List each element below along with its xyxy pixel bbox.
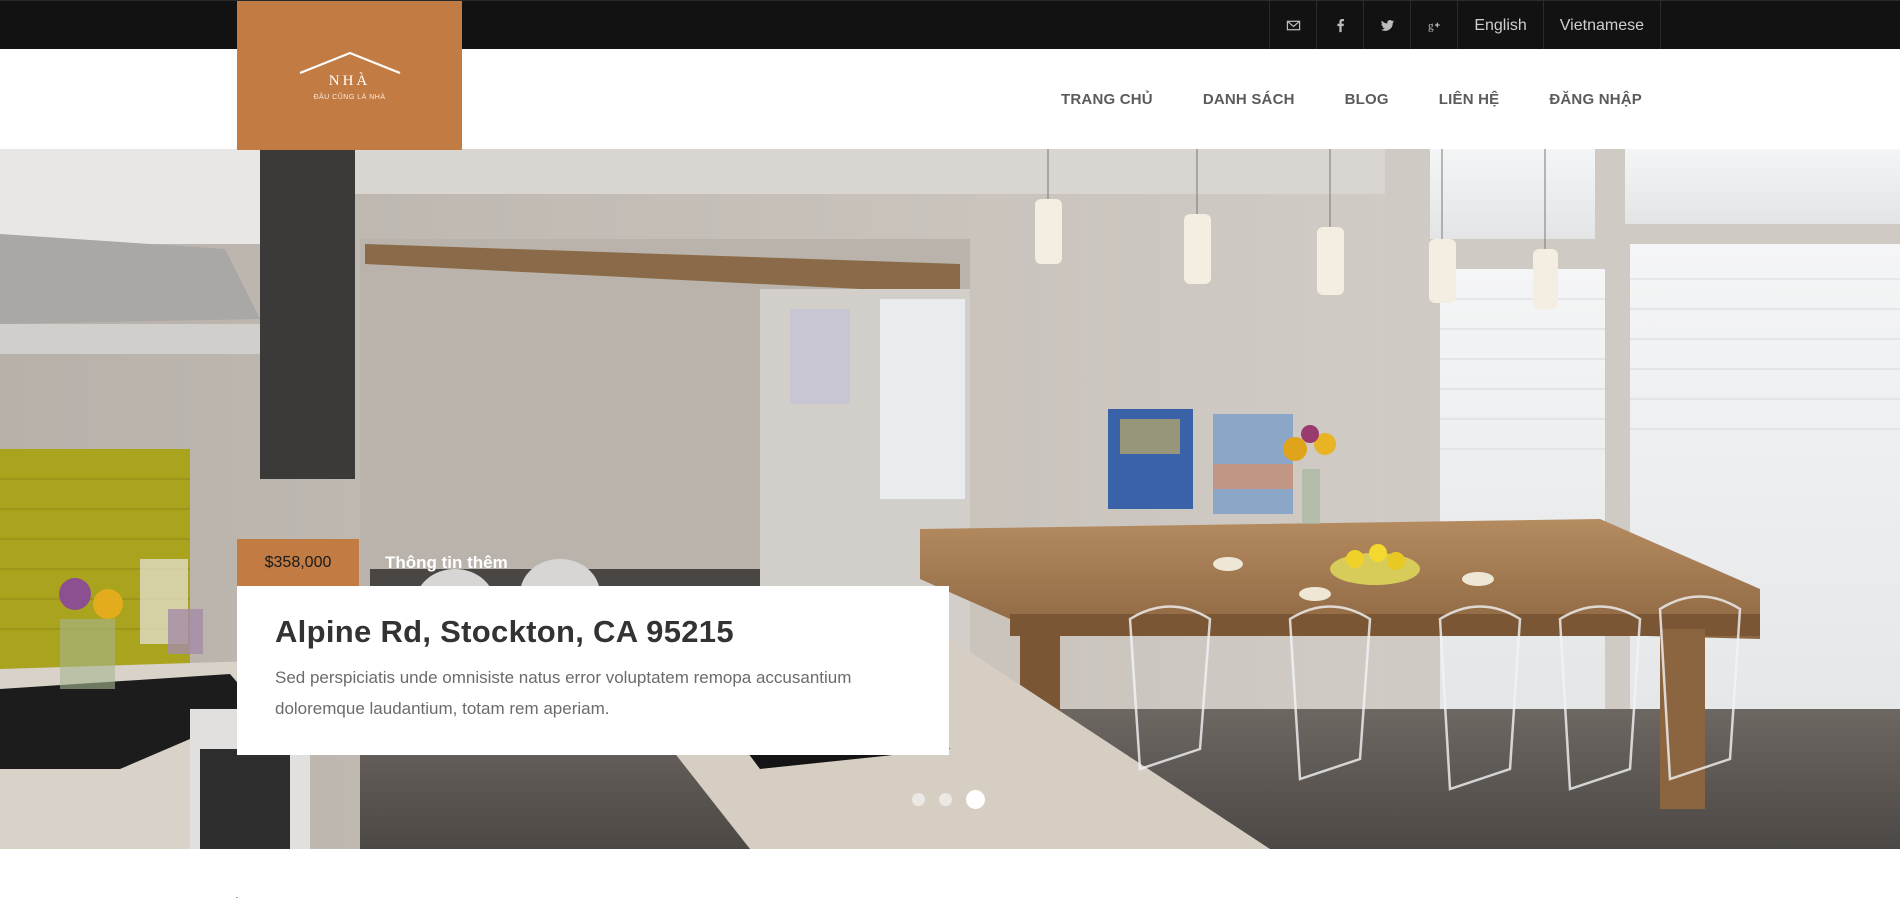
more-info-link[interactable]: Thông tin thêm bbox=[385, 539, 508, 586]
nav-menu: TRANG CHỦ DANH SÁCH BLOG LIÊN HỆ ĐĂNG NH… bbox=[1061, 49, 1642, 149]
nav-item-home[interactable]: TRANG CHỦ bbox=[1061, 91, 1153, 108]
site-logo[interactable]: NHÀ ĐÂU CŨNG LÀ NHÀ bbox=[237, 1, 462, 150]
google-plus-icon[interactable]: g bbox=[1410, 1, 1457, 50]
slider-pagination bbox=[912, 790, 985, 809]
logo-tagline: ĐÂU CŨNG LÀ NHÀ bbox=[313, 93, 386, 101]
nav-item-listings[interactable]: DANH SÁCH bbox=[1203, 91, 1295, 108]
caption-box: Alpine Rd, Stockton, CA 95215 Sed perspi… bbox=[237, 586, 949, 755]
slider-dot-3-active[interactable] bbox=[966, 790, 985, 809]
svg-text:g: g bbox=[1428, 20, 1434, 32]
price-tag: $358,000 bbox=[237, 539, 359, 586]
slider-dot-2[interactable] bbox=[939, 793, 952, 806]
language-english[interactable]: English bbox=[1457, 1, 1542, 50]
twitter-icon[interactable] bbox=[1363, 1, 1410, 50]
logo-title: NHÀ bbox=[328, 72, 371, 89]
property-title: Alpine Rd, Stockton, CA 95215 bbox=[275, 614, 734, 649]
hero-slider[interactable]: $358,000 Thông tin thêm Alpine Rd, Stock… bbox=[0, 149, 1900, 849]
nav-item-contact[interactable]: LIÊN HỆ bbox=[1439, 91, 1500, 108]
roof-icon bbox=[299, 51, 400, 74]
nav-item-blog[interactable]: BLOG bbox=[1345, 91, 1389, 108]
top-bar-links: g English Vietnamese bbox=[1269, 1, 1661, 50]
envelope-icon[interactable] bbox=[1269, 1, 1316, 50]
facebook-icon[interactable] bbox=[1316, 1, 1363, 50]
nav-item-login[interactable]: ĐĂNG NHẬP bbox=[1549, 91, 1642, 108]
property-description: Sed perspiciatis unde omnisiste natus er… bbox=[275, 668, 852, 718]
slider-dot-1[interactable] bbox=[912, 793, 925, 806]
cut-off-heading-fragment: ` bbox=[233, 897, 239, 912]
language-vietnamese[interactable]: Vietnamese bbox=[1542, 1, 1661, 50]
